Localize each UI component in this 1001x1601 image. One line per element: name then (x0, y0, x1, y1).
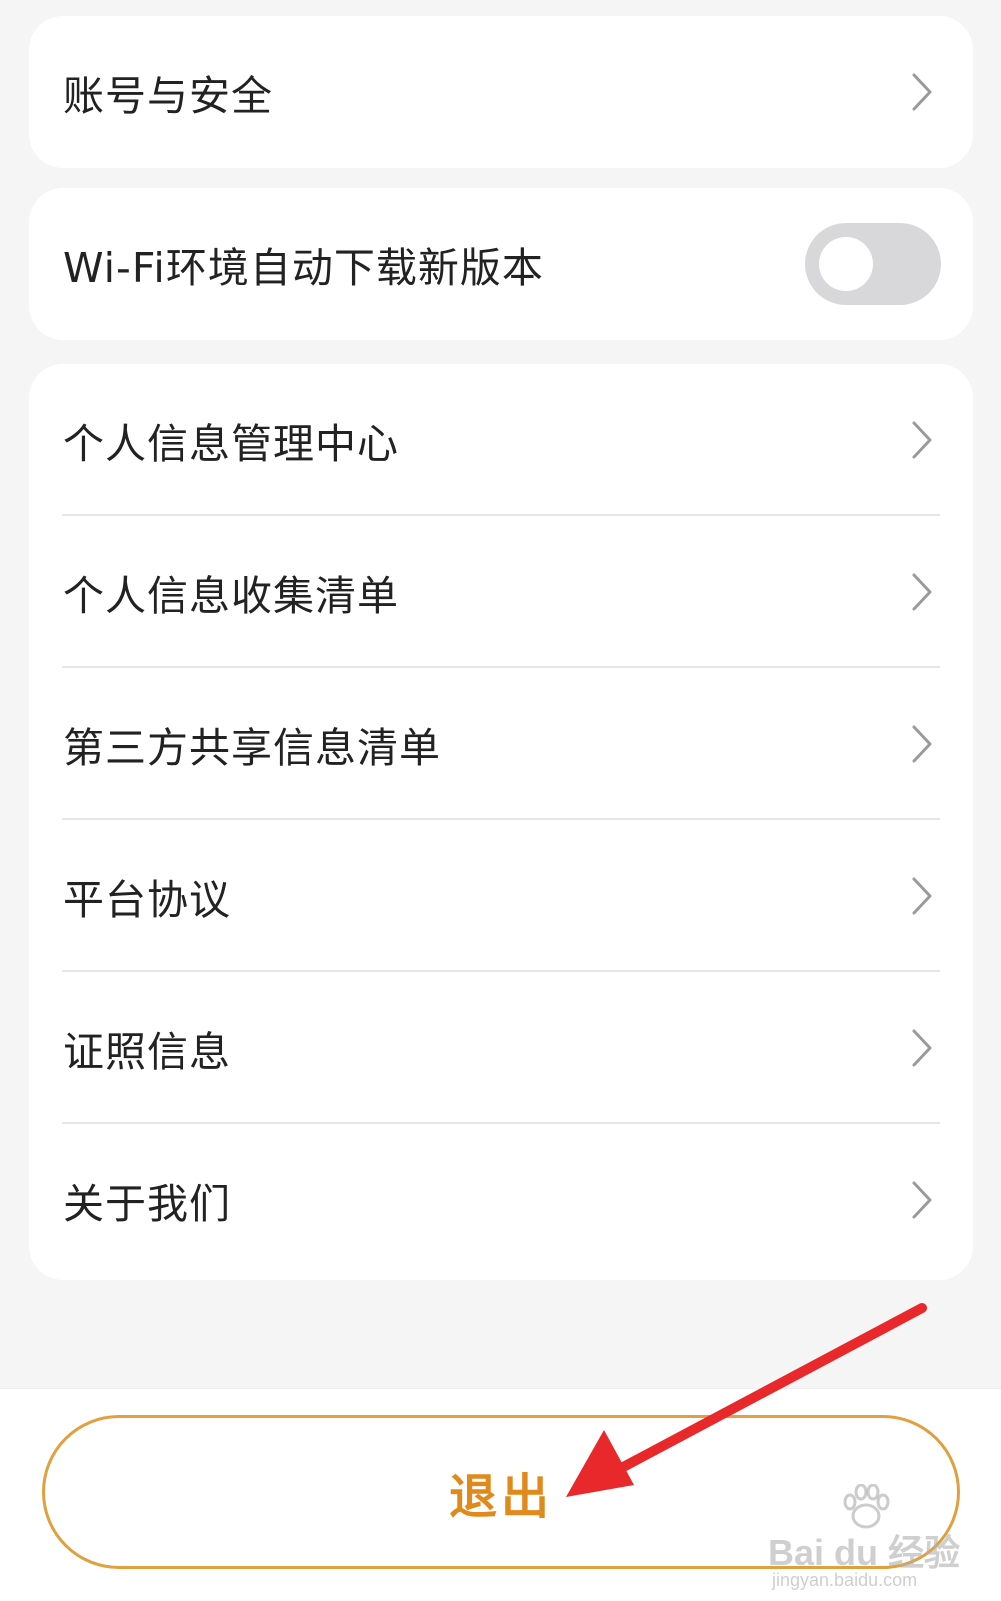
logout-label: 退出 (448, 1469, 553, 1525)
wifi-card: Wi-Fi环境自动下载新版本 (29, 188, 973, 340)
list-item-label: 个人信息管理中心 (63, 420, 399, 468)
account-security-row[interactable]: 账号与安全 (29, 16, 973, 168)
list-item-platform-agreement[interactable]: 平台协议 (29, 820, 973, 972)
wifi-download-row: Wi-Fi环境自动下载新版本 (29, 188, 973, 340)
chevron-right-icon (911, 572, 933, 612)
chevron-right-icon (911, 876, 933, 916)
list-item-personal-info-collection[interactable]: 个人信息收集清单 (29, 516, 973, 668)
wifi-download-label: Wi-Fi环境自动下载新版本 (63, 244, 544, 292)
watermark-url: jingyan.baidu.com (772, 1570, 918, 1590)
list-item-license-info[interactable]: 证照信息 (29, 972, 973, 1124)
list-item-personal-info-center[interactable]: 个人信息管理中心 (29, 364, 973, 516)
watermark: Bai du 经验 jingyan.baidu.com (768, 1484, 968, 1594)
list-item-label: 第三方共享信息清单 (63, 724, 441, 772)
chevron-right-icon (911, 420, 933, 460)
account-card: 账号与安全 (29, 16, 973, 168)
wifi-download-toggle[interactable] (805, 223, 941, 305)
list-item-label: 证照信息 (63, 1028, 231, 1076)
list-item-label: 个人信息收集清单 (63, 572, 399, 620)
chevron-right-icon (911, 1028, 933, 1068)
list-item-third-party-sharing[interactable]: 第三方共享信息清单 (29, 668, 973, 820)
list-item-about-us[interactable]: 关于我们 (29, 1124, 973, 1276)
toggle-knob (819, 237, 873, 291)
chevron-right-icon (911, 724, 933, 764)
account-security-label: 账号与安全 (63, 72, 273, 120)
info-list-card: 个人信息管理中心 个人信息收集清单 第三方共享信息清单 平台协议 证照信息 关于 (29, 364, 973, 1280)
chevron-right-icon (911, 1180, 933, 1220)
list-item-label: 关于我们 (63, 1180, 231, 1228)
list-item-label: 平台协议 (63, 876, 231, 924)
watermark-brand: Bai du 经验 (768, 1532, 961, 1573)
chevron-right-icon (911, 72, 933, 112)
